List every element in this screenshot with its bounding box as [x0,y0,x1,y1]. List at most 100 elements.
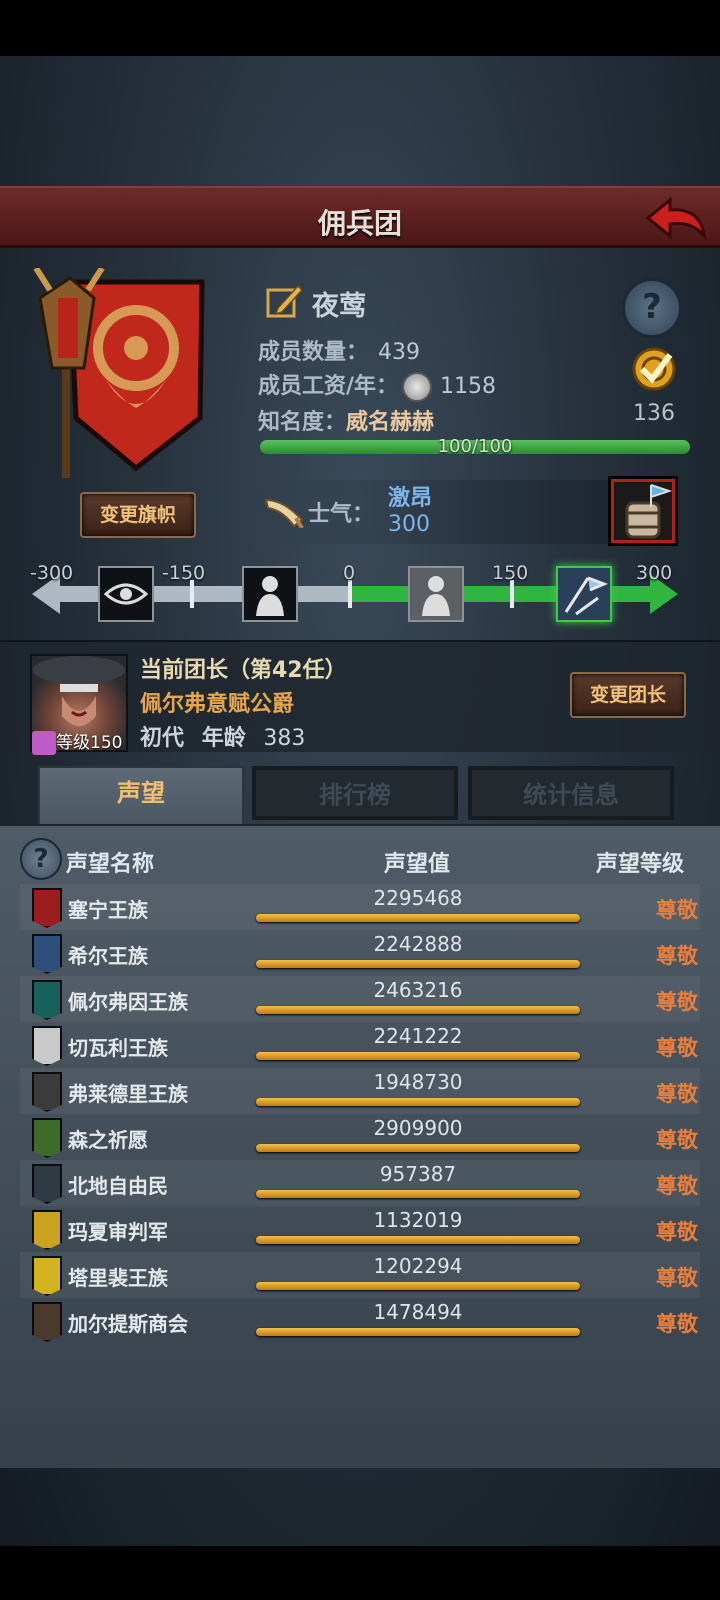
wage-label: 成员工资/年： [258,374,399,399]
reputation-bar [256,1052,580,1060]
wage-value: 1158 [440,374,497,399]
charge-icon [558,568,610,620]
reputation-bar [256,1006,580,1014]
header-reputation-name: 声望名称 [66,852,155,877]
reputation-value: 2241222 [373,1024,463,1048]
morale-track: -300 -150 0 150 300 [30,562,690,628]
table-row[interactable]: 北地自由民 957387 尊敬 [20,1160,700,1206]
morale-value: 300 [388,512,430,537]
fame-status: 威名赫赫 [346,410,435,435]
despair-icon [256,576,284,616]
tab-statistics[interactable]: 统计信息 [468,766,674,820]
reputation-help-button[interactable]: ? [20,838,62,880]
header-reputation-level: 声望等级 [596,852,685,877]
reputation-level: 尊敬 [656,1174,698,1198]
reputation-value: 1202294 [373,1254,463,1278]
table-row[interactable]: 森之祈愿 2909900 尊敬 [20,1114,700,1160]
morale-state-icon[interactable] [608,476,678,546]
reputation-level: 尊敬 [656,1312,698,1336]
target-check-icon [632,347,676,391]
morale-tile-charge[interactable] [556,566,612,622]
back-arrow-button[interactable] [644,196,708,242]
table-row[interactable]: 希尔王族 2242888 尊敬 [20,930,700,976]
track-tick-label: 300 [636,562,673,584]
leader-age-value: 383 [263,726,306,751]
reputation-value: 1948730 [373,1070,463,1094]
leader-level: 等级150 [32,728,122,755]
page-title: 佣兵团 [317,207,402,240]
members-label: 成员数量： [258,340,369,365]
members-value: 439 [378,340,421,365]
fame-row: 知名度：威名赫赫 [258,404,434,436]
leader-name: 佩尔弗意赋公爵 [140,692,295,717]
table-row[interactable]: 塔里裴王族 1202294 尊敬 [20,1252,700,1298]
faction-crest-icon [32,888,62,928]
table-row[interactable]: 切瓦利王族 2241222 尊敬 [20,1022,700,1068]
faction-crest-icon [32,1026,62,1066]
edit-icon[interactable] [264,280,304,320]
help-button[interactable]: ? [622,278,682,338]
morale-status: 激昂 [388,486,433,511]
status-bar [0,0,720,56]
calm-icon [410,568,462,620]
company-name: 夜莺 [312,291,366,322]
reputation-level: 尊敬 [656,898,698,922]
leader-level-text: 等级150 [56,733,123,753]
track-tick-label: 0 [343,562,356,584]
change-flag-button[interactable]: 变更旗帜 [80,492,196,538]
reputation-value: 1478494 [373,1300,463,1324]
morale-tile-eye[interactable] [98,566,154,622]
reputation-value: 2463216 [373,978,463,1002]
leader-info: 初代 年龄 383 [140,720,305,752]
faction-name: 森之祈愿 [68,1128,148,1152]
wage-row: 成员工资/年： 1158 [258,368,496,402]
faction-name: 塞宁王族 [68,898,148,922]
reputation-bar [256,914,580,922]
table-row[interactable]: 弗莱德里王族 1948730 尊敬 [20,1068,700,1114]
reputation-value: 2909900 [373,1116,463,1140]
barrel-flag-icon [625,484,673,539]
table-row[interactable]: 塞宁王族 2295468 尊敬 [20,884,700,930]
faction-name: 塔里裴王族 [68,1266,168,1290]
header-bar: 佣兵团 [0,186,720,248]
reputation-bar [256,960,580,968]
silver-coin-icon [402,372,433,402]
reputation-level: 尊敬 [656,1266,698,1290]
morale-tile-calm[interactable] [408,566,464,622]
reputation-bar [256,1328,580,1336]
tab-reputation[interactable]: 声望 [38,766,244,826]
faction-name: 切瓦利王族 [68,1036,168,1060]
change-leader-button[interactable]: 变更团长 [570,672,686,718]
table-row[interactable]: 玛夏审判军 1132019 尊敬 [20,1206,700,1252]
leader-age-label: 年龄 [201,726,246,751]
bottom-bar [0,1546,720,1600]
sword-icon [32,731,56,755]
morale-tile-despair[interactable] [242,566,298,622]
track-tick-label: 150 [492,562,529,584]
reputation-level: 尊敬 [656,1082,698,1106]
leader-generation: 初代 [140,726,185,751]
tab-leaderboard[interactable]: 排行榜 [252,766,458,820]
reputation-bar [256,1144,580,1152]
achievement-badge[interactable]: 136 [612,345,696,426]
faction-name: 佩尔弗因王族 [68,990,188,1014]
reputation-level: 尊敬 [656,1128,698,1152]
horn-icon [264,498,304,528]
faction-name: 玛夏审判军 [68,1220,168,1244]
faction-crest-icon [32,1210,62,1250]
faction-name: 希尔王族 [68,944,148,968]
members-row: 成员数量： 439 [258,334,420,366]
track-tick-label: -150 [162,562,206,584]
reputation-bar [256,1190,580,1198]
reputation-value: 1132019 [373,1208,463,1232]
table-row[interactable]: 加尔提斯商会 1478494 尊敬 [20,1298,700,1344]
reputation-level: 尊敬 [656,1220,698,1244]
eye-icon [103,583,149,605]
track-tick-label: -300 [30,562,74,584]
company-banner [32,266,232,488]
faction-name: 弗莱德里王族 [68,1082,188,1106]
faction-crest-icon [32,934,62,974]
faction-name: 北地自由民 [68,1174,168,1198]
table-row[interactable]: 佩尔弗因王族 2463216 尊敬 [20,976,700,1022]
reputation-bar [256,1098,580,1106]
